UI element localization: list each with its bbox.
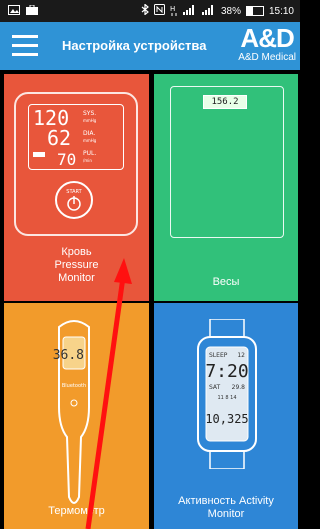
network-h-icon: H	[170, 4, 178, 19]
brand-logo: A&D A&D Medical	[238, 24, 296, 63]
tile-label-line: Monitor	[207, 508, 245, 520]
tile-thermometer[interactable]: 36.8 Bluetooth Термометр	[4, 303, 149, 529]
status-time: 15:10	[268, 5, 294, 17]
watch-time: 7:20	[205, 361, 248, 382]
tile-label-line: Monitor	[58, 272, 95, 284]
bp-sys-label: SYS.	[83, 110, 96, 117]
watch-steps: 10,325	[205, 412, 248, 426]
start-label: START	[66, 189, 82, 195]
nfc-icon	[153, 4, 165, 18]
bp-pul-label: PUL.	[83, 150, 96, 157]
bp-dia-unit: mmHg	[83, 138, 97, 143]
status-bar: H 38% 15:10	[0, 0, 300, 22]
watch-sleep-label: SLEEP	[209, 352, 228, 359]
watch-day: SAT	[209, 384, 221, 391]
bp-screen: 120 SYS. mmHg 62 DIA. mmHg 70 PUL. /min	[28, 104, 124, 170]
bluetooth-icon	[141, 3, 149, 18]
blood-pressure-monitor-icon: 120 SYS. mmHg 62 DIA. mmHg 70 PUL. /min …	[14, 92, 138, 236]
thermometer-icon: 36.8 Bluetooth	[53, 320, 90, 504]
svg-text:H: H	[170, 5, 175, 13]
thermometer-reading: 36.8	[53, 348, 84, 363]
signal-icon	[182, 4, 197, 18]
watch-date: 29.8	[232, 384, 246, 391]
watch-sleep-num: 12	[237, 352, 245, 359]
app-bar: Настройка устройства A&D A&D Medical	[0, 22, 300, 70]
scale-icon: 156.2	[170, 86, 284, 238]
briefcase-icon	[26, 4, 38, 18]
tile-activity-monitor[interactable]: SLEEP 12 7:20 SAT 29.8 11 8 14 10,325 Ак…	[154, 303, 298, 529]
tile-label-line: Кровь	[61, 246, 92, 258]
bp-dia-value: 62	[47, 126, 71, 150]
brand-logo-mark: A&D	[240, 23, 294, 53]
activity-monitor-icon: SLEEP 12 7:20 SAT 29.8 11 8 14 10,325	[197, 319, 257, 469]
image-icon	[8, 4, 20, 18]
tile-label-line: Весы	[212, 276, 240, 288]
tile-scale[interactable]: 156.2 Весы	[154, 74, 298, 301]
tile-label-line: Pressure	[54, 259, 99, 271]
signal-icon	[201, 4, 216, 18]
battery-indicator-icon	[33, 152, 45, 157]
bp-sys-unit: mmHg	[83, 118, 97, 123]
tile-label: Термометр	[4, 505, 149, 518]
bp-dia-label: DIA.	[83, 130, 95, 137]
scale-display: 156.2	[203, 95, 247, 109]
bp-pul-value: 70	[57, 150, 76, 169]
battery-icon	[245, 6, 264, 16]
device-grid: 120 SYS. mmHg 62 DIA. mmHg 70 PUL. /min …	[0, 70, 300, 529]
watch-small: 11 8 14	[217, 395, 236, 401]
start-button-icon: START	[55, 181, 93, 219]
page-title: Настройка устройства	[62, 38, 207, 53]
tile-label: Кровь Pressure Monitor	[4, 246, 149, 285]
thermometer-brand: Bluetooth	[62, 383, 86, 389]
tile-label-line: Активность Activity	[178, 495, 274, 507]
menu-icon[interactable]	[12, 35, 38, 57]
tile-label-line: Термометр	[48, 505, 105, 517]
bp-pul-unit: /min	[83, 158, 92, 163]
tile-blood-pressure-monitor[interactable]: 120 SYS. mmHg 62 DIA. mmHg 70 PUL. /min …	[4, 74, 149, 301]
brand-name: A&D Medical	[238, 52, 296, 63]
tile-label: Активность Activity Monitor	[154, 495, 298, 521]
tile-label: Весы	[154, 276, 298, 289]
battery-percent: 38%	[220, 5, 241, 17]
